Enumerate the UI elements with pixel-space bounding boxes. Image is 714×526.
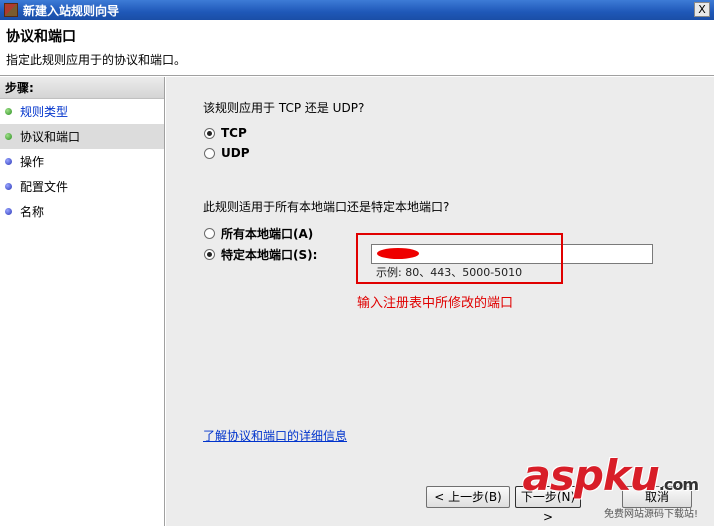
protocol-question: 该规则应用于 TCP 还是 UDP? <box>203 101 365 115</box>
sidebar-item-label: 操作 <box>20 155 45 169</box>
back-button[interactable]: < 上一步(B) <box>426 486 510 508</box>
radio-unchecked-icon[interactable] <box>204 228 215 239</box>
step-pending-icon <box>5 158 12 165</box>
learn-more-link[interactable]: 了解协议和端口的详细信息 <box>203 427 347 444</box>
watermark-subtitle: 免费网站源码下载站! <box>603 509 698 520</box>
sidebar-item-rule-type[interactable]: 规则类型 <box>0 99 164 124</box>
sidebar-item-name: 名称 <box>0 199 164 224</box>
watermark-logo-suffix: .com <box>658 475 699 494</box>
sidebar-item-label: 名称 <box>20 205 45 219</box>
site-watermark: aspku.com 免费网站源码下载站! <box>523 455 699 521</box>
radio-checked-icon[interactable] <box>204 127 215 139</box>
sidebar-item-label: 协议和端口 <box>20 130 81 144</box>
sidebar-item-protocol-ports[interactable]: 协议和端口 <box>0 124 164 149</box>
annotation-highlight-box <box>356 233 563 284</box>
step-pending-icon <box>5 183 12 190</box>
radio-unchecked-icon[interactable] <box>204 147 215 159</box>
radio-checked-icon[interactable] <box>204 249 215 260</box>
radio-specific-ports-label: 特定本地端口(S): <box>221 248 318 262</box>
close-button[interactable]: X <box>694 2 710 17</box>
page-title: 协议和端口 <box>6 29 76 45</box>
steps-sidebar: 步骤: 规则类型 协议和端口 操作 配置文件 名称 <box>0 77 165 526</box>
step-done-icon <box>5 108 12 115</box>
step-pending-icon <box>5 208 12 215</box>
watermark-logo: aspku.com <box>523 455 699 505</box>
radio-udp[interactable]: UDP <box>204 146 250 160</box>
step-current-icon <box>5 133 12 140</box>
annotation-text: 输入注册表中所修改的端口 <box>357 296 514 311</box>
radio-tcp[interactable]: TCP <box>204 126 247 140</box>
steps-heading: 步骤: <box>0 77 164 99</box>
window-title: 新建入站规则向导 <box>23 3 120 18</box>
firewall-icon <box>4 3 18 17</box>
radio-udp-label: UDP <box>221 146 250 160</box>
radio-tcp-label: TCP <box>221 126 247 140</box>
sidebar-item-action: 操作 <box>0 149 164 174</box>
sidebar-item-label: 规则类型 <box>20 105 69 119</box>
watermark-logo-text: aspku <box>522 451 660 500</box>
radio-specific-ports[interactable]: 特定本地端口(S): <box>204 246 317 263</box>
sidebar-item-label: 配置文件 <box>20 180 69 194</box>
wizard-header: 协议和端口 指定此规则应用于的协议和端口。 <box>0 20 714 76</box>
radio-all-ports-label: 所有本地端口(A) <box>221 227 314 241</box>
sidebar-item-profile: 配置文件 <box>0 174 164 199</box>
title-bar: 新建入站规则向导 X <box>0 0 714 20</box>
page-subtitle: 指定此规则应用于的协议和端口。 <box>6 53 187 67</box>
ports-question: 此规则适用于所有本地端口还是特定本地端口? <box>203 200 450 214</box>
radio-all-ports[interactable]: 所有本地端口(A) <box>204 225 313 242</box>
